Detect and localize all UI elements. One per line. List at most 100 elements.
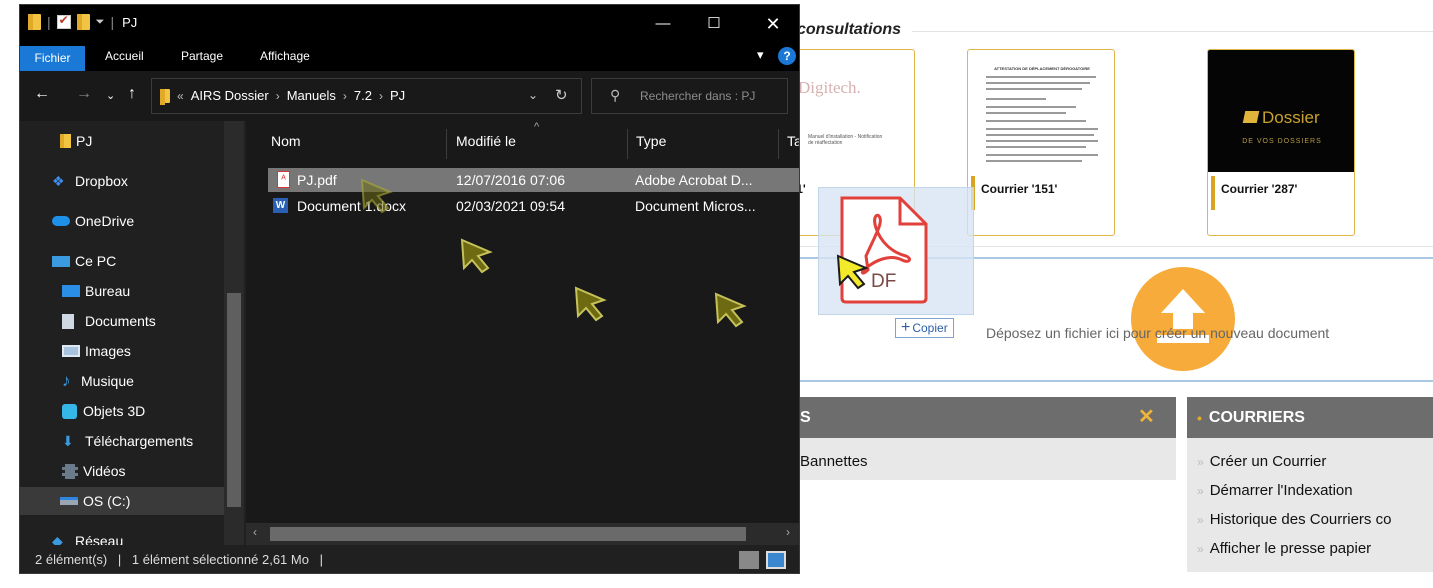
column-header-modifie[interactable]: Modifié le [456,133,516,149]
download-icon: ⬇ [62,433,74,449]
tab-fichier[interactable]: Fichier [20,46,85,71]
address-dropdown-icon[interactable]: ⌄ [528,88,538,102]
video-icon [62,463,78,479]
close-icon[interactable]: ✕ [1138,407,1155,427]
search-box[interactable]: ⚲ [591,78,788,114]
recent-locations-button[interactable]: ⌄ [106,89,115,102]
breadcrumb-manuels[interactable]: Manuels [287,88,336,103]
separator: | [117,552,122,567]
address-bar[interactable]: « AIRS Dossier › Manuels › 7.2 › PJ ⌄ ↻ [151,78,582,114]
expand-ribbon-icon[interactable]: ▾ [757,47,764,63]
column-separator[interactable] [778,129,779,159]
column-header-type[interactable]: Type [636,133,666,149]
navigation-pane: ^ PJ ❖Dropbox OneDrive Ce PC Bureau Docu… [20,121,246,549]
nav-item-os-c[interactable]: OS (C:) [20,487,224,515]
bullet-icon: • [1197,409,1202,426]
plus-icon: + [901,319,911,336]
search-icon: ⚲ [610,87,621,103]
column-separator[interactable] [446,129,447,159]
up-button[interactable]: ↑ [128,85,136,103]
panel-header-left: S [797,397,1176,438]
column-separator[interactable] [627,129,628,159]
folder-icon [60,134,71,148]
ghost-label: DF [871,271,897,292]
large-icons-view-icon[interactable] [766,551,786,569]
show-clipboard-link[interactable]: » Afficher le presse papier [1197,540,1371,557]
title-divider [912,31,1433,32]
nav-scrollbar[interactable] [224,121,244,545]
document-thumbnail: Dossier DE VOS DOSSIERS [1208,50,1354,172]
chevron-right-icon[interactable]: › [343,89,347,103]
nav-item-pj[interactable]: PJ [20,127,224,155]
scroll-right-icon[interactable]: › [786,525,790,539]
drive-icon [60,497,78,505]
breadcrumb-airs-dossier[interactable]: AIRS Dossier [191,88,269,103]
tab-accueil[interactable]: Accueil [105,49,144,63]
tab-partage[interactable]: Partage [181,49,223,63]
new-folder-icon[interactable] [76,14,90,30]
desktop-icon [62,285,80,297]
scrollbar-thumb[interactable] [227,293,241,507]
upload-icon[interactable] [1131,267,1235,371]
tab-affichage[interactable]: Affichage [260,49,310,63]
maximize-button[interactable]: ☐ [691,5,737,43]
nav-item-objets-3d[interactable]: Objets 3D [20,397,224,425]
chevron-right-icon[interactable]: › [276,89,280,103]
forward-button[interactable]: → [76,85,92,103]
properties-icon[interactable] [56,13,71,29]
card-label: Courrier '151' [971,176,1109,210]
cube-icon [62,403,77,419]
nav-item-ce-pc[interactable]: Ce PC [20,247,224,275]
bannettes-link[interactable]: Bannettes [800,453,868,470]
nav-item-documents[interactable]: Documents [20,307,224,335]
refresh-icon[interactable]: ↻ [555,86,568,104]
breadcrumb-7-2[interactable]: 7.2 [354,88,372,103]
courrier-history-link[interactable]: » Historique des Courriers co [1197,511,1391,528]
status-text: 2 élément(s) | 1 élément sélectionné 2,6… [35,552,330,567]
nav-item-telechargements[interactable]: ⬇ Téléchargements [20,427,224,455]
screen: consultations Digitech. Manuel d'install… [0,0,1433,588]
title-bar[interactable]: | ⏷ | PJ — ☐ ✕ [20,5,799,43]
create-courrier-link[interactable]: » Créer un Courrier [1197,453,1326,470]
file-row-pj-pdf[interactable]: ᴬ PJ.pdf 12/07/2016 07:06 Adobe Acrobat … [268,168,799,192]
quick-access-toolbar: | ⏷ | PJ [28,13,138,30]
thumbnail-caption: Manuel d'installation - Notification de … [808,134,883,146]
breadcrumb-pj[interactable]: PJ [390,88,405,103]
courriers-panel-header: • COURRIERS [1187,397,1433,438]
scrollbar-thumb[interactable] [270,527,746,541]
column-header-taille[interactable]: Ta [787,133,799,149]
dossier-tagline: DE VOS DOSSIERS [1242,138,1322,145]
details-view-icon[interactable] [739,551,759,569]
column-header-nom[interactable]: Nom [271,133,301,149]
horizontal-scrollbar[interactable]: ‹ › [246,523,799,545]
chevron-right-icon[interactable]: › [379,89,383,103]
nav-item-dropbox[interactable]: ❖ Dropbox [20,167,224,195]
minimize-button[interactable]: — [640,5,686,43]
dossier-logo: Dossier [1242,108,1320,128]
separator: | [47,14,51,30]
document-card-151[interactable]: ATTESTATION DE DÉPLACEMENT DÉROGATOIRE C… [967,49,1115,236]
breadcrumb-overflow[interactable]: « [177,89,184,103]
nav-item-onedrive[interactable]: OneDrive [20,207,224,235]
window-title: PJ [122,14,138,30]
start-indexation-link[interactable]: » Démarrer l'Indexation [1197,482,1353,499]
file-row-document-1[interactable]: W Document 1.docx 02/03/2021 09:54 Docum… [268,194,799,218]
nav-item-images[interactable]: Images [20,337,224,365]
close-button[interactable]: ✕ [750,5,796,43]
status-bar: 2 élément(s) | 1 élément sélectionné 2,6… [20,545,799,573]
nav-item-musique[interactable]: ♪ Musique [20,367,224,395]
digitech-logo: Digitech. [798,78,861,97]
document-card-287[interactable]: Dossier DE VOS DOSSIERS Courrier '287' [1207,49,1355,236]
nav-item-bureau[interactable]: Bureau [20,277,224,305]
file-type: Document Micros... [635,198,756,214]
nav-item-videos[interactable]: Vidéos [20,457,224,485]
back-button[interactable]: ← [34,85,50,103]
customize-dropdown-icon[interactable]: ⏷ [96,16,105,29]
chevron-right-icon: » [1197,542,1204,556]
scroll-left-icon[interactable]: ‹ [253,525,257,539]
search-input[interactable] [640,86,780,106]
music-icon: ♪ [62,371,71,390]
file-explorer-window[interactable]: | ⏷ | PJ — ☐ ✕ Fichier Accueil Partage A… [19,4,800,574]
courriers-title: COURRIERS [1208,408,1305,426]
help-icon[interactable]: ? [778,47,796,65]
